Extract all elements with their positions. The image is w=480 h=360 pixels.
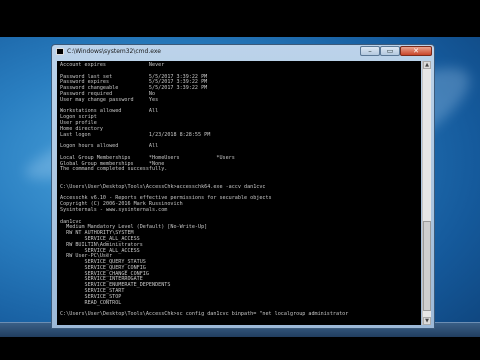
title-bar[interactable]: C:\Windows\system32\cmd.exe – ▭ ✕ — [52, 45, 434, 59]
console-output[interactable]: Account expires Never Password last set 5… — [57, 61, 421, 325]
vertical-scrollbar[interactable]: ▲ ▼ — [422, 61, 431, 325]
scroll-up-arrow-icon[interactable]: ▲ — [423, 61, 431, 69]
console-line: C:\Users\User\Desktop\Tools\AccessChk>sc… — [60, 311, 349, 318]
minimize-button[interactable]: – — [360, 46, 380, 56]
letterbox-bottom — [0, 337, 480, 360]
scroll-down-arrow-icon[interactable]: ▼ — [423, 317, 431, 325]
cmd-icon — [56, 48, 64, 55]
scrollbar-thumb[interactable] — [423, 221, 431, 311]
maximize-button[interactable]: ▭ — [380, 46, 400, 56]
close-button[interactable]: ✕ — [400, 46, 432, 56]
letterbox-top — [0, 0, 480, 37]
window-title: C:\Windows\system32\cmd.exe — [67, 48, 161, 55]
cmd-window[interactable]: C:\Windows\system32\cmd.exe – ▭ ✕ Accoun… — [51, 44, 435, 329]
